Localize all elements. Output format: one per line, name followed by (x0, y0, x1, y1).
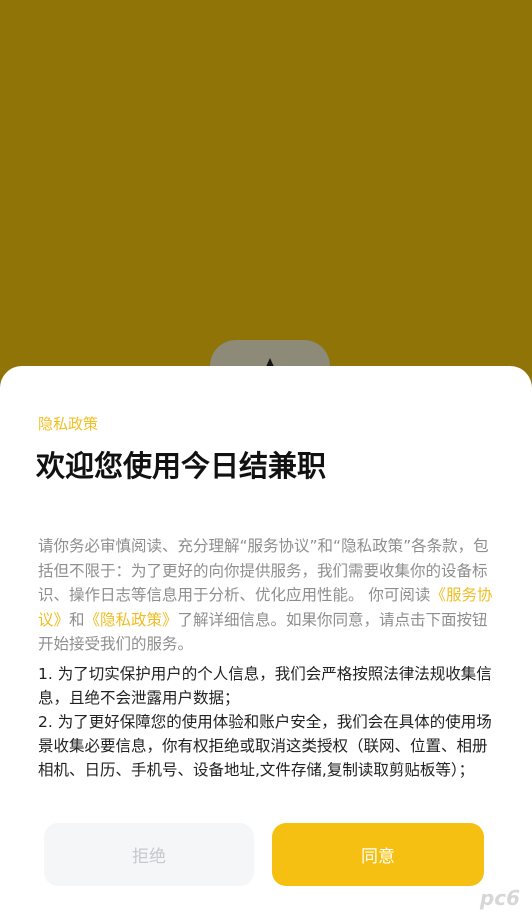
watermark-logo: pc6 (479, 886, 520, 910)
dialog-intro: 请你务必审慎阅读、充分理解“服务协议”和“隐私政策”各条款，包括但不限于：为了更… (38, 534, 500, 657)
policy-items: 1. 为了切实保护用户的个人信息，我们会严格按照法律法规收集信息，且绝不会泄露用… (38, 662, 502, 782)
intro-and: 和 (69, 610, 85, 629)
policy-item: 2. 为了更好保障您的使用体验和账户安全，我们会在具体的使用场景收集必要信息，你… (38, 713, 492, 779)
policy-item: 1. 为了切实保护用户的个人信息，我们会严格按照法律法规收集信息，且绝不会泄露用… (38, 665, 492, 707)
privacy-dialog: 隐私政策 欢迎您使用今日结兼职 请你务必审慎阅读、充分理解“服务协议”和“隐私政… (0, 366, 532, 920)
privacy-policy-link[interactable]: 《隐私政策》 (85, 611, 178, 629)
dialog-eyebrow: 隐私政策 (38, 415, 99, 433)
dialog-title: 欢迎您使用今日结兼职 (36, 449, 327, 483)
agree-button[interactable]: 同意 (272, 823, 484, 886)
refuse-button[interactable]: 拒绝 (44, 823, 254, 886)
intro-text: 请你务必审慎阅读、充分理解“服务协议”和“隐私政策”各条款，包括但不限于：为了更… (38, 537, 489, 604)
